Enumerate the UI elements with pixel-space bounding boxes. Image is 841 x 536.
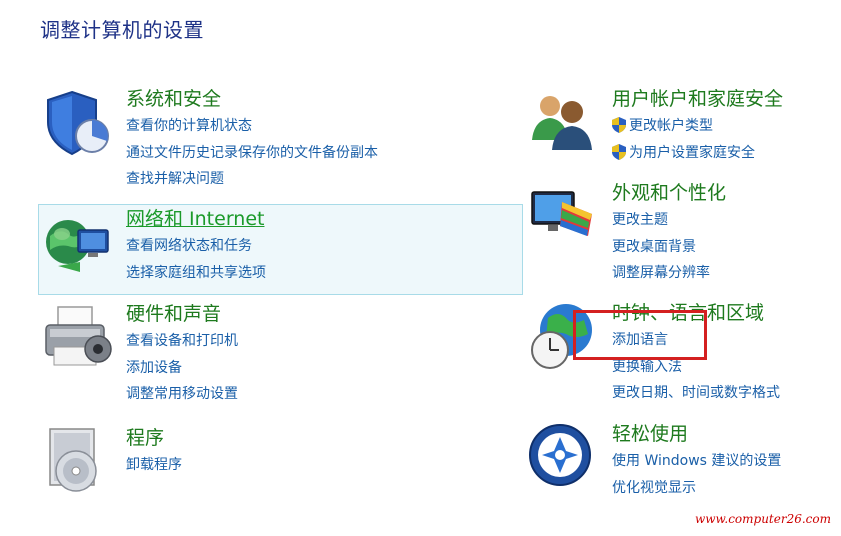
users-icon: [526, 86, 602, 162]
category-title-ease[interactable]: 轻松使用: [612, 421, 781, 447]
link-label: 更改帐户类型: [629, 118, 713, 134]
link-devices-printers[interactable]: 查看设备和打印机: [126, 328, 238, 355]
category-title-programs[interactable]: 程序: [126, 425, 182, 451]
link-network-status[interactable]: 查看网络状态和任务: [126, 233, 266, 260]
link-change-input-method[interactable]: 更换输入法: [612, 354, 780, 381]
link-mobility-settings[interactable]: 调整常用移动设置: [126, 381, 238, 408]
link-change-account-type[interactable]: 更改帐户类型: [612, 113, 783, 140]
link-change-theme[interactable]: 更改主题: [612, 207, 726, 234]
globe-clock-icon: [526, 300, 602, 376]
link-label: 为用户设置家庭安全: [629, 144, 755, 161]
printer-icon: [40, 301, 116, 377]
category-title-appearance[interactable]: 外观和个性化: [612, 180, 726, 206]
uac-shield-icon: [612, 117, 626, 133]
link-screen-resolution[interactable]: 调整屏幕分辨率: [612, 260, 726, 287]
category-title-accounts[interactable]: 用户帐户和家庭安全: [612, 86, 783, 112]
link-optimize-visual-display[interactable]: 优化视觉显示: [612, 475, 781, 502]
link-homegroup-sharing[interactable]: 选择家庭组和共享选项: [126, 260, 266, 287]
link-family-safety[interactable]: 为用户设置家庭安全: [612, 140, 783, 167]
link-desktop-background[interactable]: 更改桌面背景: [612, 234, 726, 261]
link-date-time-format[interactable]: 更改日期、时间或数字格式: [612, 380, 780, 407]
category-title-network[interactable]: 网络和 Internet: [126, 206, 266, 232]
link-recommended-settings[interactable]: 使用 Windows 建议的设置: [612, 448, 781, 475]
watermark: www.computer26.com: [694, 512, 831, 526]
monitor-palette-icon: [526, 180, 602, 256]
link-view-computer-status[interactable]: 查看你的计算机状态: [126, 113, 378, 140]
category-title-hardware[interactable]: 硬件和声音: [126, 301, 238, 327]
page-title: 调整计算机的设置: [40, 18, 204, 42]
link-file-history-backup[interactable]: 通过文件历史记录保存你的文件备份副本: [126, 140, 378, 167]
uac-shield-icon: [612, 143, 626, 160]
link-uninstall-program[interactable]: 卸载程序: [126, 452, 182, 479]
link-add-language[interactable]: 添加语言: [612, 327, 780, 354]
category-title-clock[interactable]: 时钟、语言和区域: [612, 300, 780, 326]
ease-of-access-icon: [526, 421, 602, 497]
category-title-system[interactable]: 系统和安全: [126, 86, 378, 112]
globe-network-icon: [40, 206, 116, 282]
link-add-device[interactable]: 添加设备: [126, 355, 238, 382]
program-box-icon: [40, 425, 116, 501]
shield-chart-icon: [40, 86, 116, 162]
link-troubleshoot[interactable]: 查找并解决问题: [126, 166, 378, 193]
